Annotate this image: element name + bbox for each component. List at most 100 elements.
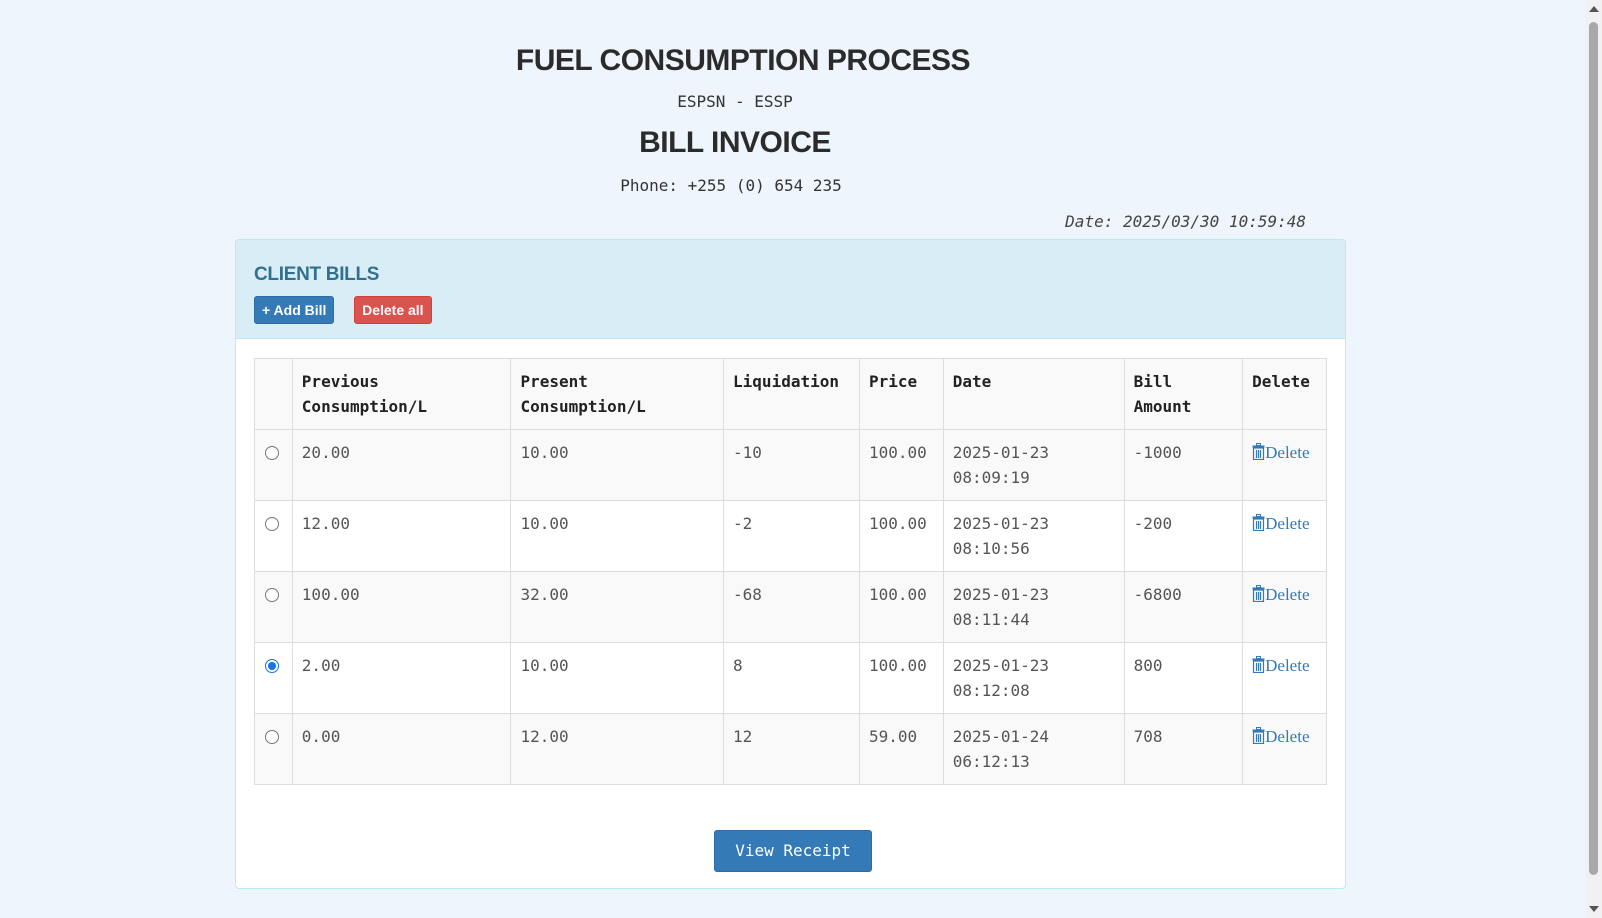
invoice-date: Date: 2025/03/30 10:59:48 (1065, 212, 1306, 231)
panel-heading: CLIENT BILLS + Add Bill Delete all (236, 240, 1345, 339)
previous-consumption-cell: 12.00 (291, 500, 512, 572)
date-cell: 2025-01-23 08:09:19 (942, 429, 1125, 501)
bill-amount-cell: -1000 (1123, 429, 1244, 501)
date-day: 2025-01-24 (952, 727, 1050, 746)
column-header-date: Date (942, 358, 1125, 430)
date-cell: 2025-01-24 06:12:13 (942, 713, 1125, 785)
client-bills-panel: CLIENT BILLS + Add Bill Delete all Previ… (235, 239, 1346, 889)
date-time: 08:10:56 (952, 539, 1030, 558)
date-time: 08:09:19 (952, 468, 1030, 487)
column-header-price: Price (858, 358, 944, 430)
column-header-delete: Delete (1242, 358, 1327, 430)
column-header-present: Present Consumption/L (510, 358, 725, 430)
trash-icon (1252, 727, 1265, 744)
table-row: 12.00 10.00 -2 100.00 2025-01-23 08:10:56 -200… (254, 500, 1327, 572)
bill-amount-cell: 708 (1123, 713, 1244, 785)
table-row: 20.00 10.00 -10 100.00 2025-01-23 08:09:19 -10… (254, 429, 1327, 501)
delete-cell: Delete (1242, 642, 1327, 714)
previous-consumption-cell: 20.00 (291, 429, 512, 501)
invoice-title: BILL INVOICE (639, 126, 831, 159)
present-consumption-cell: 10.00 (510, 429, 725, 501)
add-bill-button[interactable]: + Add Bill (254, 296, 335, 324)
present-consumption-cell: 32.00 (510, 571, 725, 643)
page-title: FUEL CONSUMPTION PROCESS (515, 44, 971, 77)
delete-row-link[interactable]: Delete (1252, 727, 1310, 746)
trash-icon (1252, 514, 1265, 531)
panel-title: CLIENT BILLS (254, 264, 380, 285)
date-cell: 2025-01-23 08:12:08 (942, 642, 1125, 714)
previous-consumption-cell: 2.00 (291, 642, 512, 714)
date-time: 08:11:44 (952, 610, 1030, 629)
price-cell: 100.00 (858, 429, 944, 501)
delete-cell: Delete (1242, 713, 1327, 785)
delete-label: Delete (1265, 514, 1310, 533)
row-select-radio[interactable] (265, 588, 279, 602)
scroll-up-arrow-icon[interactable] (1589, 6, 1599, 12)
delete-cell: Delete (1242, 500, 1327, 572)
select-cell (254, 429, 293, 501)
column-header-select (254, 358, 293, 430)
delete-row-link[interactable]: Delete (1252, 443, 1310, 462)
delete-label: Delete (1265, 656, 1310, 675)
date-day: 2025-01-23 (952, 514, 1050, 533)
liquidation-cell: 8 (723, 642, 860, 714)
date-day: 2025-01-23 (952, 585, 1050, 604)
bills-table: Previous Consumption/L Present Consumpti… (254, 358, 1327, 785)
table-row: 0.00 12.00 12 59.00 2025-01-24 06:12:13 708 Del… (254, 713, 1327, 785)
phone-number: Phone: +255 (0) 654 235 (620, 176, 842, 195)
scroll-down-arrow-icon[interactable] (1589, 906, 1599, 912)
delete-cell: Delete (1242, 571, 1327, 643)
delete-label: Delete (1265, 443, 1310, 462)
price-cell: 100.00 (858, 642, 944, 714)
delete-all-button[interactable]: Delete all (354, 296, 432, 324)
previous-consumption-cell: 0.00 (291, 713, 512, 785)
trash-icon (1252, 656, 1265, 673)
liquidation-cell: -10 (723, 429, 860, 501)
liquidation-cell: -68 (723, 571, 860, 643)
liquidation-cell: -2 (723, 500, 860, 572)
date-time: 06:12:13 (952, 752, 1030, 771)
previous-consumption-cell: 100.00 (291, 571, 512, 643)
price-cell: 100.00 (858, 571, 944, 643)
delete-cell: Delete (1242, 429, 1327, 501)
bill-amount-cell: 800 (1123, 642, 1244, 714)
select-cell (254, 642, 293, 714)
bill-amount-cell: -200 (1123, 500, 1244, 572)
delete-label: Delete (1265, 585, 1310, 604)
table-row: 2.00 10.00 8 100.00 2025-01-23 08:12:08 800 Del… (254, 642, 1327, 714)
row-select-radio[interactable] (265, 446, 279, 460)
liquidation-cell: 12 (723, 713, 860, 785)
date-cell: 2025-01-23 08:11:44 (942, 571, 1125, 643)
select-cell (254, 571, 293, 643)
table-header-row: Previous Consumption/L Present Consumpti… (254, 358, 1327, 430)
present-consumption-cell: 10.00 (510, 500, 725, 572)
date-time: 08:12:08 (952, 681, 1030, 700)
date-day: 2025-01-23 (952, 443, 1050, 462)
column-header-bill-amount: Bill Amount (1123, 358, 1244, 430)
price-cell: 100.00 (858, 500, 944, 572)
delete-row-link[interactable]: Delete (1252, 585, 1310, 604)
price-cell: 59.00 (858, 713, 944, 785)
delete-row-link[interactable]: Delete (1252, 656, 1310, 675)
row-select-radio[interactable] (265, 659, 279, 673)
trash-icon (1252, 443, 1265, 460)
page-subtitle: ESPSN - ESSP (677, 92, 793, 111)
page-scrollbar[interactable] (1585, 0, 1602, 918)
trash-icon (1252, 585, 1265, 602)
select-cell (254, 500, 293, 572)
row-select-radio[interactable] (265, 517, 279, 531)
view-receipt-button[interactable]: View Receipt (714, 830, 872, 872)
scroll-thumb[interactable] (1589, 22, 1598, 875)
delete-row-link[interactable]: Delete (1252, 514, 1310, 533)
present-consumption-cell: 12.00 (510, 713, 725, 785)
bill-amount-cell: -6800 (1123, 571, 1244, 643)
select-cell (254, 713, 293, 785)
table-row: 100.00 32.00 -68 100.00 2025-01-23 08:11:44 -6… (254, 571, 1327, 643)
present-consumption-cell: 10.00 (510, 642, 725, 714)
delete-label: Delete (1265, 727, 1310, 746)
date-cell: 2025-01-23 08:10:56 (942, 500, 1125, 572)
date-day: 2025-01-23 (952, 656, 1050, 675)
column-header-liquidation: Liquidation (723, 358, 860, 430)
column-header-previous: Previous Consumption/L (291, 358, 512, 430)
row-select-radio[interactable] (265, 730, 279, 744)
